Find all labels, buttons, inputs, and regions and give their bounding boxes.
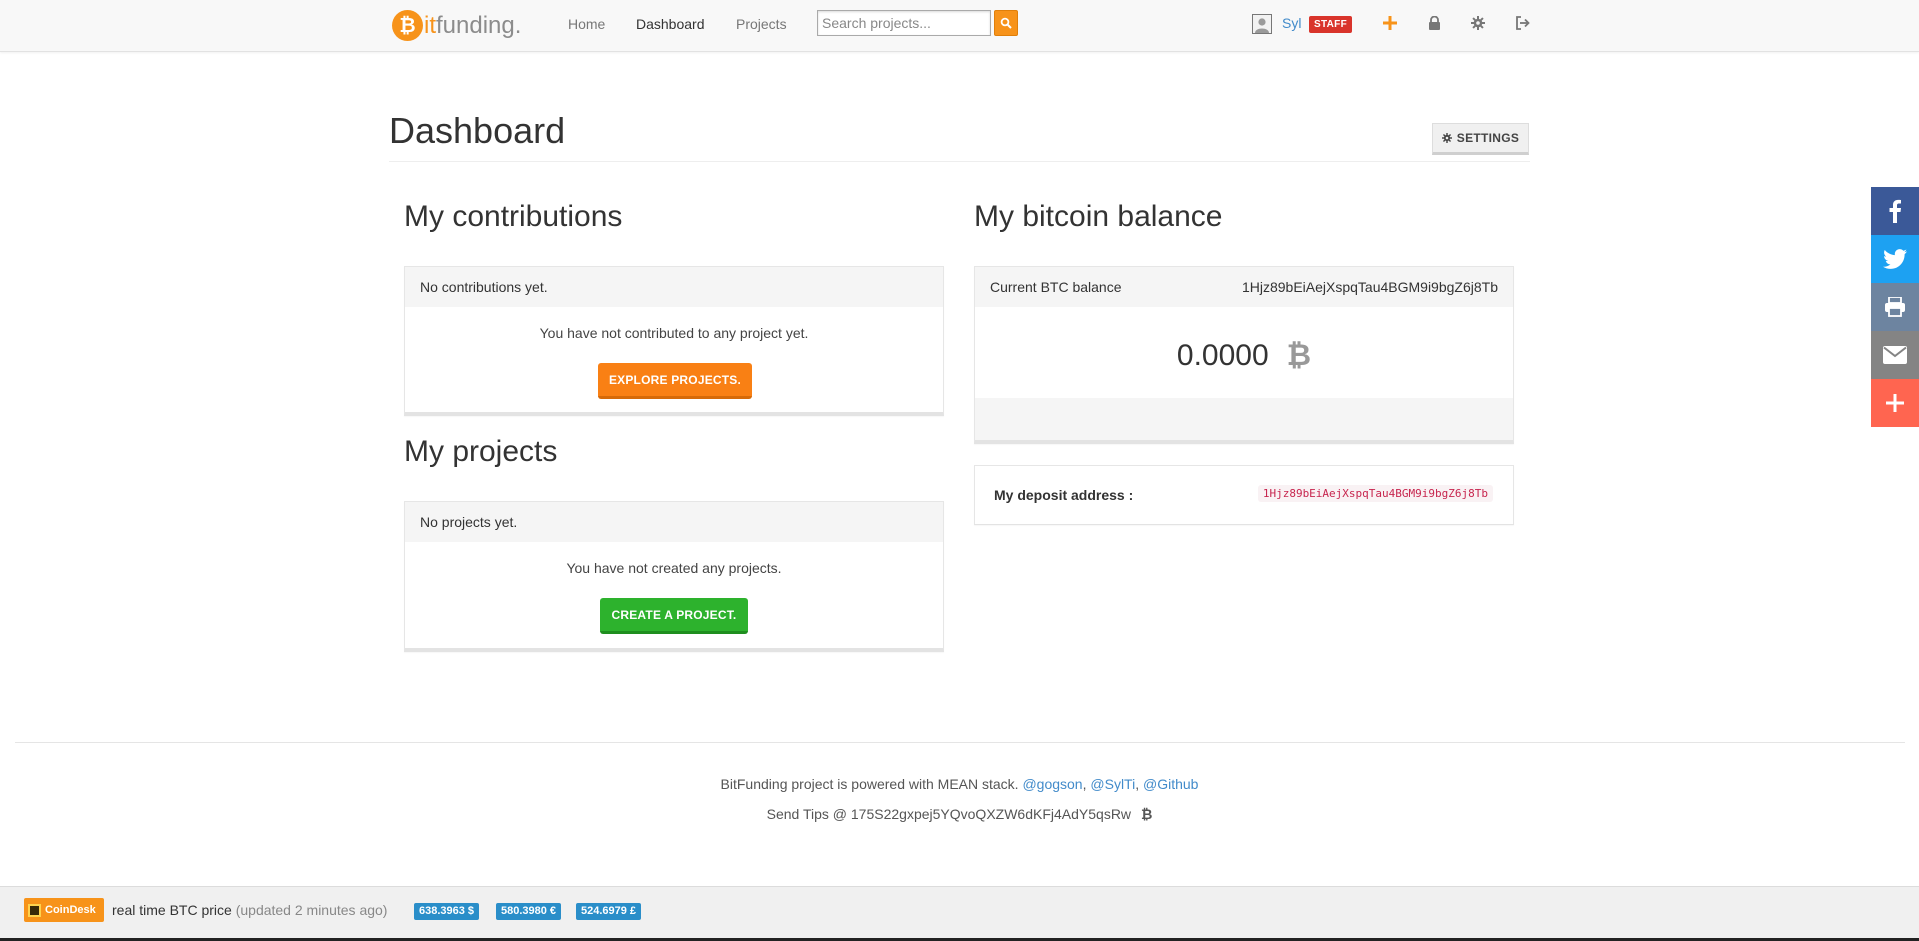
footer-powered-text: BitFunding project is powered with MEAN … bbox=[720, 776, 1019, 792]
user-silhouette-icon bbox=[1253, 15, 1271, 33]
contributions-panel: No contributions yet. You have not contr… bbox=[404, 266, 944, 416]
brand-logo[interactable]: ₿ it funding. bbox=[392, 10, 521, 41]
projects-panel-heading: No projects yet. bbox=[405, 502, 943, 542]
balance-amount-row: 0.0000 ₿ bbox=[975, 338, 1513, 373]
footer-link-sylti[interactable]: @SylTi bbox=[1090, 776, 1135, 792]
avatar[interactable] bbox=[1252, 14, 1272, 34]
footer-credits: BitFunding project is powered with MEAN … bbox=[0, 776, 1919, 792]
balance-title: My bitcoin balance bbox=[974, 200, 1223, 233]
price-usd: 638.3963 $ bbox=[414, 903, 480, 920]
explore-projects-button[interactable]: EXPLORE PROJECTS. bbox=[598, 363, 752, 399]
bitcoin-icon: ₿ bbox=[1286, 338, 1312, 373]
balance-panel: Current BTC balance 1Hjz89bEiAejXspqTau4… bbox=[974, 266, 1514, 444]
facebook-icon bbox=[1889, 199, 1901, 223]
share-print-button[interactable] bbox=[1871, 283, 1919, 331]
sign-out-button[interactable] bbox=[1512, 13, 1532, 33]
title-divider bbox=[389, 161, 1530, 162]
add-project-button[interactable] bbox=[1380, 13, 1400, 33]
contributions-message: You have not contributed to any project … bbox=[539, 325, 809, 341]
nav-dashboard[interactable]: Dashboard bbox=[636, 16, 705, 32]
search-button[interactable] bbox=[994, 10, 1018, 36]
lock-icon bbox=[1428, 16, 1440, 30]
more-plus-icon bbox=[1886, 394, 1904, 412]
top-navbar: ₿ it funding. Home Dashboard Projects Sy… bbox=[0, 0, 1919, 52]
deposit-label: My deposit address : bbox=[994, 487, 1134, 503]
footer-tips: Send Tips @ 175S22gxpej5YQvoQXZW6dKFj4Ad… bbox=[0, 806, 1919, 823]
lock-button[interactable] bbox=[1424, 13, 1444, 33]
balance-address: 1Hjz89bEiAejXspqTau4BGM9i9bgZ6j8Tb bbox=[1241, 279, 1498, 295]
balance-panel-footer bbox=[975, 398, 1513, 440]
bitcoin-icon: ₿ bbox=[1140, 807, 1153, 823]
ticker-updated: (updated 2 minutes ago) bbox=[235, 902, 388, 918]
share-twitter-button[interactable] bbox=[1871, 235, 1919, 283]
gear-icon bbox=[1441, 133, 1452, 143]
share-more-button[interactable] bbox=[1871, 379, 1919, 427]
username-link[interactable]: Syl bbox=[1282, 15, 1301, 31]
settings-nav-button[interactable] bbox=[1468, 13, 1488, 33]
plus-icon bbox=[1383, 16, 1397, 30]
contributions-title: My contributions bbox=[404, 200, 623, 233]
coindesk-logo[interactable]: CoinDesk bbox=[24, 898, 104, 922]
ticker-text: real time BTC price (updated 2 minutes a… bbox=[112, 902, 387, 918]
print-icon bbox=[1885, 297, 1905, 317]
sign-out-icon bbox=[1515, 16, 1530, 30]
twitter-icon bbox=[1883, 249, 1907, 269]
email-icon bbox=[1883, 346, 1907, 364]
page-title: Dashboard bbox=[389, 110, 566, 151]
balance-amount: 0.0000 bbox=[1176, 338, 1269, 372]
btc-price-ticker: CoinDesk real time BTC price (updated 2 … bbox=[0, 886, 1919, 941]
nav-projects[interactable]: Projects bbox=[736, 16, 787, 32]
footer-link-gogson[interactable]: @gogson bbox=[1022, 776, 1082, 792]
footer-divider bbox=[15, 742, 1905, 743]
balance-panel-heading: Current BTC balance 1Hjz89bEiAejXspqTau4… bbox=[975, 267, 1513, 307]
ticker-label: real time BTC price bbox=[112, 902, 232, 918]
projects-title: My projects bbox=[404, 435, 558, 468]
footer-separator: , bbox=[1135, 776, 1140, 792]
gear-icon bbox=[1471, 16, 1485, 30]
footer-separator: , bbox=[1082, 776, 1087, 792]
share-facebook-button[interactable] bbox=[1871, 187, 1919, 235]
projects-panel: No projects yet. You have not created an… bbox=[404, 501, 944, 652]
coindesk-logo-icon bbox=[28, 903, 41, 917]
price-eur: 580.3980 € bbox=[496, 903, 562, 920]
nav-home[interactable]: Home bbox=[568, 16, 605, 32]
price-gbp: 524.6979 £ bbox=[576, 903, 642, 920]
projects-message: You have not created any projects. bbox=[566, 560, 782, 576]
contributions-panel-heading: No contributions yet. bbox=[405, 267, 943, 307]
bitcoin-logo-icon: ₿ bbox=[392, 10, 423, 41]
settings-button[interactable]: SETTINGS bbox=[1432, 123, 1529, 155]
search-icon bbox=[1000, 17, 1012, 29]
share-email-button[interactable] bbox=[1871, 331, 1919, 379]
brand-text-funding: funding. bbox=[436, 11, 522, 39]
brand-text-it: it bbox=[424, 11, 436, 39]
footer-link-github[interactable]: @Github bbox=[1143, 776, 1198, 792]
create-project-button[interactable]: CREATE A PROJECT. bbox=[600, 598, 748, 634]
staff-badge: STAFF bbox=[1309, 16, 1352, 33]
settings-button-label: SETTINGS bbox=[1456, 131, 1520, 145]
deposit-panel: My deposit address : 1Hjz89bEiAejXspqTau… bbox=[974, 465, 1514, 525]
deposit-address[interactable]: 1Hjz89bEiAejXspqTau4BGM9i9bgZ6j8Tb bbox=[1257, 485, 1493, 502]
search-input[interactable] bbox=[817, 10, 991, 36]
balance-label: Current BTC balance bbox=[990, 279, 1122, 295]
coindesk-label: CoinDesk bbox=[45, 904, 96, 916]
footer-tips-text: Send Tips @ 175S22gxpej5YQvoQXZW6dKFj4Ad… bbox=[766, 806, 1132, 822]
